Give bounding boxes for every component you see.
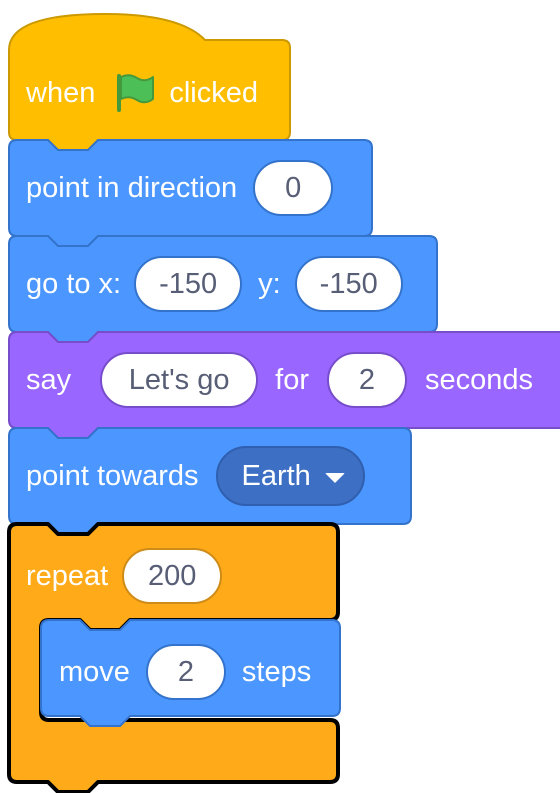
hat-row: when clicked [26,61,258,125]
point-towards-label: point towards [26,459,199,492]
repeat-label: repeat [26,559,109,592]
steps-label: steps [241,655,312,688]
x-input[interactable]: -150 [134,256,243,312]
target-value: Earth [241,459,311,492]
go-to-x-label: go to x: [26,267,122,300]
message-input[interactable]: Let's go [100,352,259,408]
seconds-input[interactable]: 2 [326,352,407,408]
y-label: y: [258,267,281,300]
repeat-row: repeat 200 [26,544,223,608]
y-input[interactable]: -150 [294,256,403,312]
green-flag-icon [117,74,155,112]
towards-target-dropdown[interactable]: Earth [215,446,365,506]
say-row: say Let's go for 2 seconds [26,348,533,412]
move-row: move 2 steps [59,640,311,704]
steps-input[interactable]: 2 [145,644,226,700]
move-label: move [59,655,130,688]
seconds-label: seconds [424,363,533,396]
point-in-direction-label: point in direction [26,171,238,204]
for-label: for [275,363,309,396]
clicked-label: clicked [169,76,258,109]
go-to-row: go to x: -150 y: -150 [26,252,403,316]
direction-input[interactable]: 0 [253,160,334,216]
point-direction-row: point in direction 0 [26,156,334,220]
chevron-down-icon [324,472,345,483]
say-label: say [26,363,72,396]
repeat-count-input[interactable]: 200 [122,548,223,604]
when-label: when [26,76,96,109]
script-stack[interactable]: when clicked point in direction 0 go to … [0,0,560,793]
point-towards-row: point towards Earth [26,444,365,508]
